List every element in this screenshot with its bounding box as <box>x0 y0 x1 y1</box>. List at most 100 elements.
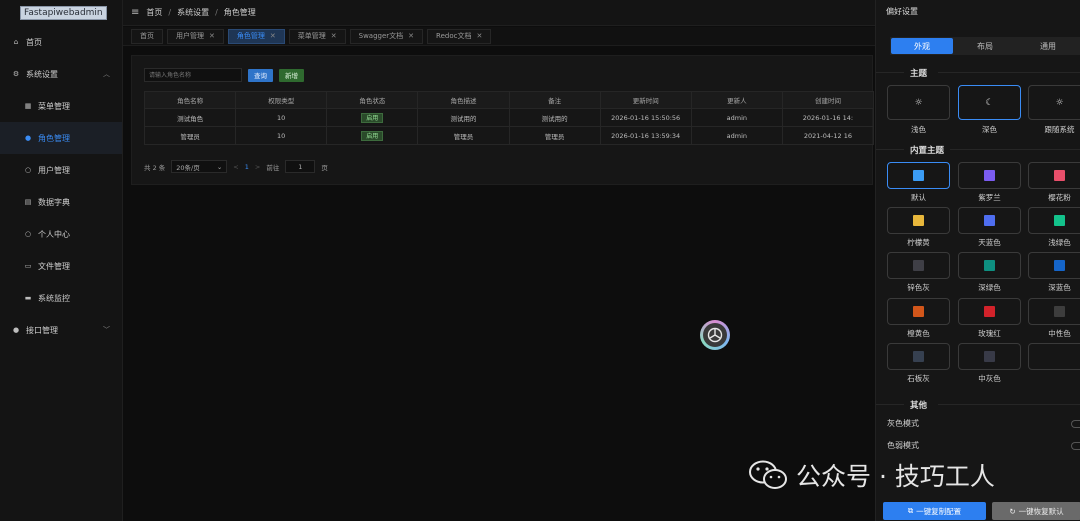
builtin-theme-option[interactable] <box>1028 252 1080 279</box>
role-table: 角色名称 权限类型 角色状态 角色描述 备注 更新时间 更新人 创建时间 测试角… <box>143 91 875 145</box>
spinner-icon <box>703 323 727 347</box>
builtin-theme-option[interactable] <box>1028 162 1080 189</box>
breadcrumb-system-settings[interactable]: 系统设置 <box>177 7 209 18</box>
close-icon[interactable]: ✕ <box>331 32 337 40</box>
builtin-theme-option[interactable] <box>887 207 950 234</box>
sidebar-item-label: 接口管理 <box>26 325 58 335</box>
copy-config-button[interactable]: ⧉ 一键复制配置 <box>883 502 986 520</box>
builtin-theme-option[interactable] <box>1028 207 1080 234</box>
builtin-theme-option[interactable] <box>887 298 950 325</box>
sidebar-item-api-management[interactable]: ● 接口管理 ﹀ <box>0 314 122 346</box>
builtin-theme-label: 柠檬黄 <box>907 238 930 247</box>
theme-option-light[interactable]: ☼ <box>887 85 950 120</box>
cell-role-status: 启用 <box>326 126 419 145</box>
close-icon[interactable]: ✕ <box>476 32 482 40</box>
menu-toggle-icon[interactable]: ≡ <box>131 7 139 18</box>
dictionary-icon: ▤ <box>24 198 32 206</box>
builtin-theme-option[interactable] <box>1028 298 1080 325</box>
moon-icon: ☾ <box>985 97 994 108</box>
theme-label-light: 浅色 <box>911 125 926 134</box>
sidebar-item-label: 个人中心 <box>38 229 70 239</box>
add-button[interactable]: 新增 <box>279 68 304 82</box>
tab-label: 用户管理 <box>176 32 204 40</box>
builtin-theme-option[interactable] <box>887 252 950 279</box>
cell-permission-type: 10 <box>235 126 328 145</box>
wechat-icon <box>749 460 787 489</box>
prev-page-button[interactable]: < <box>233 163 238 171</box>
sun-icon: ☼ <box>1055 97 1064 108</box>
builtin-theme-option[interactable] <box>958 298 1021 325</box>
column-header: 角色名称 <box>143 91 237 109</box>
person-icon: ○ <box>24 230 32 238</box>
tab-home[interactable]: 首页 <box>131 28 163 44</box>
gray-mode-switch[interactable] <box>1071 420 1080 428</box>
loading-spinner <box>700 320 730 350</box>
sidebar-item-role-management[interactable]: ● 角色管理 <box>0 122 122 154</box>
sidebar-item-data-dictionary[interactable]: ▤ 数据字典 <box>0 186 122 218</box>
builtin-theme-label: 樱花粉 <box>1048 193 1071 202</box>
tab-label: 菜单管理 <box>297 32 326 40</box>
tab-redoc[interactable]: Redoc文档 ✕ <box>427 28 492 44</box>
breadcrumb-role-management: 角色管理 <box>223 8 256 17</box>
sidebar-item-user-management[interactable]: ○ 用户管理 <box>0 154 122 186</box>
builtin-theme-option[interactable] <box>958 162 1021 189</box>
query-button[interactable]: 查询 <box>248 68 273 82</box>
close-icon[interactable]: ✕ <box>408 32 414 40</box>
builtin-theme-option[interactable] <box>887 343 950 370</box>
builtin-theme-option[interactable] <box>887 162 950 189</box>
close-icon[interactable]: ✕ <box>270 32 276 40</box>
builtin-theme-option[interactable] <box>958 207 1021 234</box>
sidebar-item-file-management[interactable]: ▭ 文件管理 <box>0 250 122 282</box>
sidebar-item-home[interactable]: ⌂ 首页 <box>0 26 122 58</box>
close-icon[interactable]: ✕ <box>209 32 215 40</box>
divider <box>938 404 1080 405</box>
builtin-theme-option[interactable] <box>1028 343 1080 370</box>
pagination: 共 2 条 20条/页 ⌄ < 1 > 前往 1 页 <box>144 160 328 173</box>
column-header: 更新人 <box>690 91 783 109</box>
segment-general[interactable]: 通用 <box>1017 38 1079 54</box>
builtin-theme-label: 中灰色 <box>978 374 1001 383</box>
reset-default-button[interactable]: ↻ 一键恢复默认 <box>992 502 1080 520</box>
divider <box>876 72 904 73</box>
segment-layout[interactable]: 布局 <box>954 38 1016 54</box>
color-swatch <box>984 215 995 226</box>
tab-menu-management[interactable]: 菜单管理 ✕ <box>288 28 346 44</box>
color-weak-mode-switch[interactable] <box>1071 442 1080 450</box>
breadcrumb-separator: / <box>168 8 172 17</box>
theme-option-system[interactable]: ☼ <box>1028 85 1080 120</box>
sidebar-item-menu-management[interactable]: ▦ 菜单管理 <box>0 90 122 122</box>
cell-remark: 测试用的 <box>508 108 601 127</box>
builtin-theme-option[interactable] <box>958 252 1021 279</box>
app-root: Fastapiwebadmin ⌂ 首页 ⚙ 系统设置 ︿ ▦ 菜单管理 ● 角… <box>0 0 1080 521</box>
sidebar: Fastapiwebadmin ⌂ 首页 ⚙ 系统设置 ︿ ▦ 菜单管理 ● 角… <box>0 0 123 521</box>
goto-page-input[interactable]: 1 <box>285 160 316 173</box>
builtin-theme-option[interactable] <box>958 343 1021 370</box>
page-unit-label: 页 <box>321 163 328 172</box>
other-section-title: 其他 <box>910 401 928 411</box>
tab-role-management[interactable]: 角色管理 ✕ <box>227 28 285 44</box>
role-name-search-input[interactable] <box>144 68 242 82</box>
theme-option-dark[interactable]: ☾ <box>958 85 1021 120</box>
table-row[interactable]: 管理员 10 启用 管理员 管理员 2026-01-16 13:59:34 ad… <box>143 126 875 145</box>
sidebar-item-label: 菜单管理 <box>38 101 70 111</box>
breadcrumb-home[interactable]: 首页 <box>146 7 162 18</box>
sidebar-item-system-monitor[interactable]: ▬ 系统监控 <box>0 282 122 314</box>
sidebar-item-label: 用户管理 <box>38 165 70 175</box>
sidebar-item-system-settings[interactable]: ⚙ 系统设置 ︿ <box>0 58 122 90</box>
watermark: 公众号 · 技巧工人 <box>748 457 995 493</box>
builtin-theme-label: 默认 <box>911 193 926 202</box>
sidebar-item-label: 系统监控 <box>38 293 70 303</box>
builtin-theme-label: 深绿色 <box>978 283 1001 292</box>
logo-text: Fastapiwebadmin <box>20 6 107 20</box>
table-row[interactable]: 测试角色 10 启用 测试用的 测试用的 2026-01-16 15:50:56… <box>143 108 875 127</box>
page-size-select[interactable]: 20条/页 ⌄ <box>171 160 228 173</box>
sidebar-item-personal-center[interactable]: ○ 个人中心 <box>0 218 122 250</box>
segment-appearance[interactable]: 外观 <box>891 38 953 54</box>
sidebar-item-label: 角色管理 <box>38 133 70 143</box>
page-number-current[interactable]: 1 <box>245 163 249 171</box>
builtin-theme-label: 中性色 <box>1048 329 1071 338</box>
tab-swagger[interactable]: Swagger文档 ✕ <box>349 28 424 44</box>
tab-user-management[interactable]: 用户管理 ✕ <box>167 28 224 44</box>
next-page-button[interactable]: > <box>255 163 260 171</box>
theme-label-dark: 深色 <box>982 125 997 134</box>
